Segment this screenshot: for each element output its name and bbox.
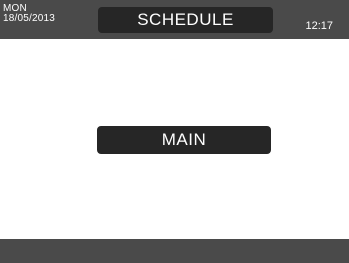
date-display: MON 18/05/2013 (3, 4, 55, 24)
footer-bar (0, 239, 349, 263)
device-screen: MON 18/05/2013 SCHEDULE 12:17 MAIN (0, 0, 349, 263)
header-bar: MON 18/05/2013 SCHEDULE 12:17 (0, 0, 349, 39)
main-button[interactable]: MAIN (97, 126, 271, 154)
date-label: 18/05/2013 (3, 13, 56, 24)
page-title: SCHEDULE (98, 7, 273, 33)
clock-time: 12:17 (305, 20, 333, 32)
